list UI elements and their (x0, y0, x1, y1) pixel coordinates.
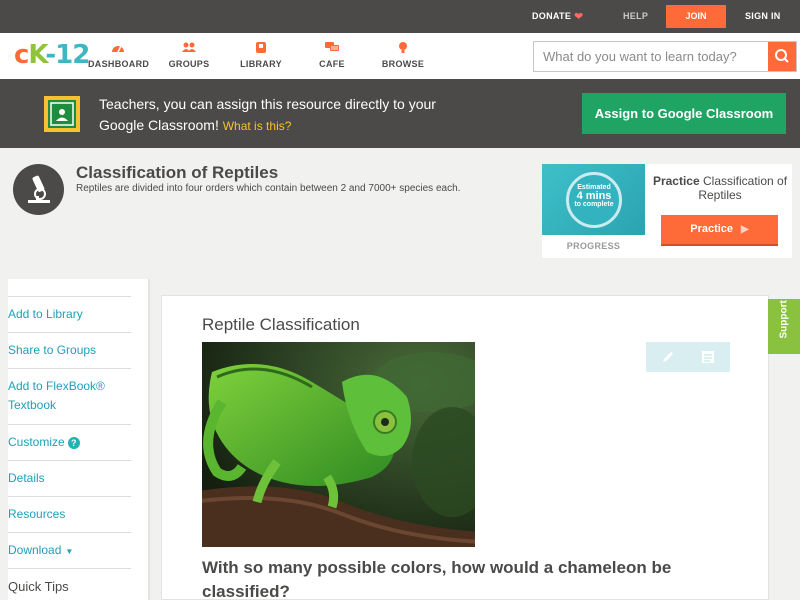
practice-heading: Practice Classification of Reptiles (652, 174, 788, 202)
search-input[interactable] (534, 42, 768, 71)
cafe-icon (325, 42, 339, 51)
progress-label: PROGRESS (566, 241, 621, 251)
top-utility-bar: DONATE ❤ HELP JOIN SIGN IN (0, 0, 800, 33)
progress-circle: Estimated 4 mins to complete (566, 172, 622, 228)
help-icon[interactable]: ? (67, 437, 80, 449)
google-classroom-icon (44, 96, 80, 132)
page-description: Reptiles are divided into four orders wh… (76, 183, 461, 194)
sidebar-item-customize[interactable]: Customize? (8, 424, 131, 460)
chameleon-image (202, 342, 475, 547)
sidebar-item-resources[interactable]: Resources (8, 496, 131, 532)
practice-card: Estimated 4 mins to complete PROGRESS Pr… (542, 164, 792, 258)
notes-icon[interactable] (700, 349, 716, 365)
join-button[interactable]: JOIN (666, 5, 726, 28)
sidebar-quick-tips[interactable]: Quick Tips (8, 568, 131, 600)
sidebar-item-add-to-flexbook[interactable]: Add to FlexBook® Textbook (8, 368, 131, 424)
groups-icon (182, 42, 196, 52)
support-tab[interactable]: Support (768, 299, 800, 354)
sidebar-item-add-to-library[interactable]: Add to Library (8, 296, 131, 332)
nav-cafe[interactable]: CAFE (316, 41, 348, 69)
search-button[interactable] (768, 42, 796, 71)
nav-browse[interactable]: BROWSE (381, 41, 425, 69)
what-is-this-link[interactable]: What is this? (223, 119, 292, 133)
teacher-banner-text: Teachers, you can assign this resource d… (99, 96, 436, 133)
nav-library[interactable]: LIBRARY (239, 41, 283, 69)
microscope-icon (13, 164, 64, 215)
nav-groups[interactable]: GROUPS (166, 41, 212, 69)
help-link[interactable]: HELP (623, 11, 648, 21)
sidebar-item-details[interactable]: Details (8, 460, 131, 496)
sidebar-item-share-to-groups[interactable]: Share to Groups (8, 332, 131, 368)
progress-graphic: Estimated 4 mins to complete (542, 164, 645, 235)
ck12-logo[interactable]: cK-12 (14, 40, 90, 70)
page-title: Classification of Reptiles (76, 163, 279, 182)
search-box (533, 41, 797, 72)
dashboard-icon (112, 45, 124, 53)
nav-dashboard[interactable]: DASHBOARD (88, 41, 149, 69)
browse-icon (399, 42, 407, 53)
content-toolbox (646, 342, 730, 372)
main-navbar: cK-12 DASHBOARD GROUPS LIBRARY CAFE BROW… (0, 33, 800, 79)
practice-button[interactable]: Practice ▶ (661, 215, 778, 244)
search-icon (775, 49, 789, 63)
section-title: Reptile Classification (202, 315, 360, 334)
library-icon (256, 42, 266, 53)
sidebar-item-download[interactable]: Download ▼ (8, 532, 131, 568)
assign-google-classroom-button[interactable]: Assign to Google Classroom (582, 93, 786, 134)
pencil-icon[interactable] (660, 349, 676, 365)
chevron-right-icon: ▶ (741, 224, 749, 235)
caret-down-icon: ▼ (65, 547, 74, 556)
intro-question: With so many possible colors, how would … (202, 558, 672, 600)
heart-icon: ❤ (574, 11, 584, 23)
sign-in-link[interactable]: SIGN IN (745, 11, 781, 21)
donate-link[interactable]: DONATE (532, 11, 571, 21)
